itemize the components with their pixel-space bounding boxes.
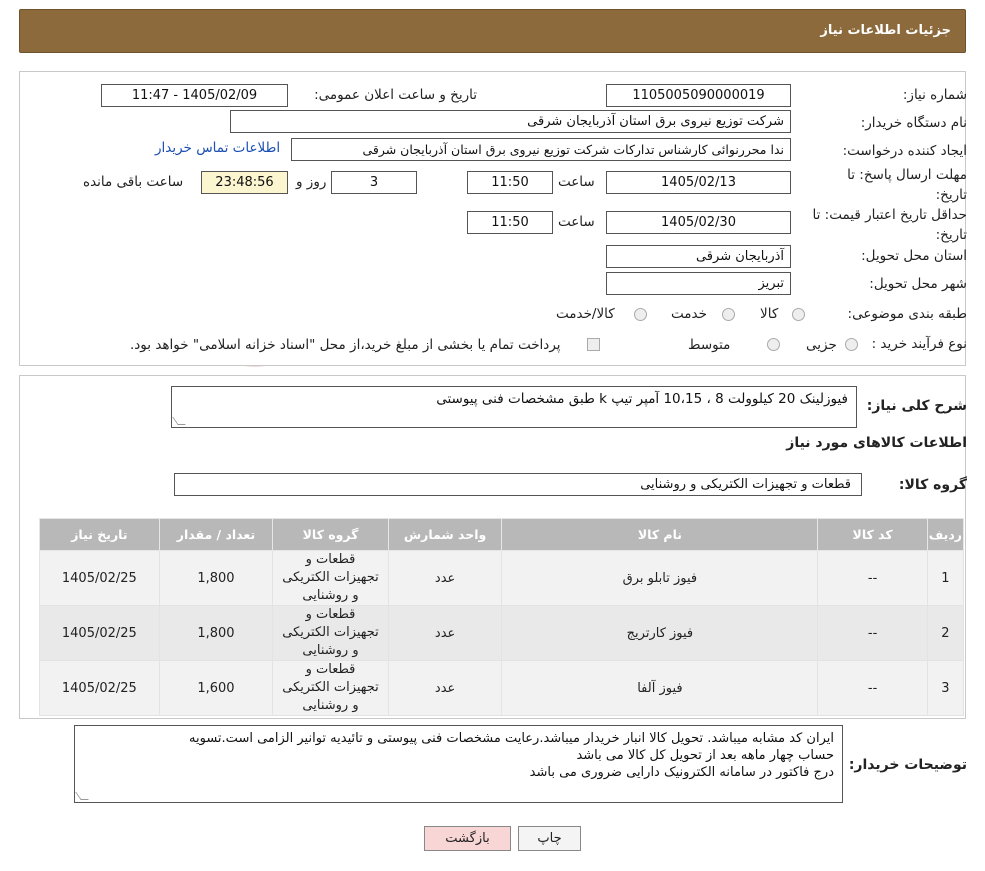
cell-unit: عدد	[387, 550, 503, 606]
print-button[interactable]: چاپ	[518, 826, 581, 851]
remaining-time-field: 23:48:56	[201, 171, 288, 194]
cell-row: 2	[926, 605, 965, 661]
days-label: روز و	[296, 174, 327, 190]
table-row: 2 -- فیوز کارتریج عدد قطعات و تجهیزات ال…	[39, 605, 965, 661]
process-note: پرداخت تمام یا بخشی از مبلغ خرید،از محل …	[130, 337, 561, 353]
announce-label: تاریخ و ساعت اعلان عمومی:	[314, 87, 477, 103]
price-validity-label: حداقل تاریخ اعتبار قیمت: تا تاریخ:	[812, 207, 967, 243]
creator-label: ایجاد کننده درخواست:	[842, 143, 967, 159]
goods-table: ردیف کد کالا نام کالا واحد شمارش گروه کا…	[39, 518, 965, 716]
process-minor-radio[interactable]	[845, 338, 858, 351]
treasury-checkbox[interactable]	[587, 338, 600, 351]
price-time-field: 11:50	[467, 211, 553, 234]
contact-info-link[interactable]: اطلاعات تماس خریدار	[155, 140, 280, 156]
cell-qty: 1,800	[158, 605, 274, 661]
table-row: 3 -- فیوز آلفا عدد قطعات و تجهیزات الکتر…	[39, 660, 965, 716]
description-text: فیوزلینک 20 کیلوولت 8 ، 10،15 آمپر تیپ k…	[436, 391, 848, 407]
col-header-unit: واحد شمارش	[387, 518, 503, 551]
creator-field: ندا محررنوائی کارشناس تداركات شركت توزیع…	[291, 138, 791, 161]
back-button[interactable]: بازگشت	[424, 826, 511, 851]
province-label: استان محل تحویل:	[861, 248, 967, 264]
city-label: شهر محل تحویل:	[869, 276, 967, 292]
cell-code: --	[817, 550, 928, 606]
cell-date: 1405/02/25	[39, 660, 160, 716]
cell-row: 3	[926, 660, 965, 716]
remaining-time-label: ساعت باقی مانده	[83, 174, 184, 190]
price-time-label: ساعت	[558, 214, 595, 230]
resize-grip-icon	[75, 792, 89, 800]
description-label: شرح کلی نیاز:	[866, 398, 967, 414]
cell-group: قطعات و تجهیزات الکتریکی و روشنایی	[272, 660, 389, 716]
reply-time-label: ساعت	[558, 174, 595, 190]
category-label: طبقه بندی موضوعی:	[847, 306, 967, 322]
category-goods-service-radio[interactable]	[634, 308, 647, 321]
goods-group-field: قطعات و تجهیزات الکتریکی و روشنایی	[174, 473, 862, 496]
category-service-radio[interactable]	[722, 308, 735, 321]
reply-date-field: 1405/02/13	[606, 171, 791, 194]
buyer-org-label: نام دستگاه خریدار:	[860, 115, 967, 131]
buyer-notes-textarea: ایران کد مشابه میباشد. تحویل کالا انبار …	[74, 725, 843, 803]
city-field: تبریز	[606, 272, 791, 295]
category-goods-service-label: کالا/خدمت	[556, 306, 615, 322]
process-minor-label: جزیی	[806, 337, 837, 353]
announce-field: 1405/02/09 - 11:47	[101, 84, 288, 107]
days-field: 3	[331, 171, 417, 194]
cell-name: فیوز تابلو برق	[501, 550, 819, 606]
goods-group-label: گروه کالا:	[898, 477, 967, 493]
reply-time-field: 11:50	[467, 171, 553, 194]
category-goods-label: کالا	[760, 306, 779, 322]
category-goods-radio[interactable]	[792, 308, 805, 321]
process-label: نوع فرآیند خرید :	[871, 336, 967, 352]
need-number-label: شماره نیاز:	[902, 87, 967, 103]
cell-group: قطعات و تجهیزات الکتریکی و روشنایی	[272, 605, 389, 661]
table-header-row: ردیف کد کالا نام کالا واحد شمارش گروه کا…	[39, 518, 965, 551]
process-medium-radio[interactable]	[767, 338, 780, 351]
price-date-field: 1405/02/30	[606, 211, 791, 234]
cell-qty: 1,600	[158, 660, 274, 716]
cell-unit: عدد	[387, 660, 503, 716]
need-number-field: 1105005090000019	[606, 84, 791, 107]
cell-group: قطعات و تجهیزات الکتریکی و روشنایی	[272, 550, 389, 606]
cell-unit: عدد	[387, 605, 503, 661]
buyer-notes-line-3: درج فاکتور در سامانه الکترونیک دارایی ضر…	[529, 765, 834, 780]
buyer-notes-line-1: ایران کد مشابه میباشد. تحویل کالا انبار …	[189, 731, 834, 746]
goods-info-title: اطلاعات کالاهای مورد نیاز	[786, 435, 967, 451]
cell-date: 1405/02/25	[39, 550, 160, 606]
table-row: 1 -- فیوز تابلو برق عدد قطعات و تجهیزات …	[39, 550, 965, 606]
buyer-notes-label: توضیحات خریدار:	[848, 757, 967, 773]
buyer-org-field: شرکت توزیع نیروی برق استان آذربایجان شرق…	[230, 110, 791, 133]
col-header-row: ردیف	[926, 518, 965, 551]
process-medium-label: متوسط	[688, 337, 731, 353]
buyer-notes-line-2: حساب چهار ماهه بعد از تحویل کل کالا می ب…	[576, 748, 834, 763]
col-header-name: نام کالا	[501, 518, 819, 551]
cell-date: 1405/02/25	[39, 605, 160, 661]
resize-grip-icon	[172, 417, 186, 425]
page-header: جزئیات اطلاعات نیاز	[19, 9, 966, 53]
cell-name: فیوز آلفا	[501, 660, 819, 716]
cell-qty: 1,800	[158, 550, 274, 606]
cell-row: 1	[926, 550, 965, 606]
description-textarea: فیوزلینک 20 کیلوولت 8 ، 10،15 آمپر تیپ k…	[171, 386, 857, 428]
col-header-qty: تعداد / مقدار	[158, 518, 274, 551]
province-field: آذربایجان شرقی	[606, 245, 791, 268]
cell-code: --	[817, 660, 928, 716]
col-header-code: کد کالا	[817, 518, 928, 551]
col-header-date: تاریخ نیاز	[39, 518, 160, 551]
col-header-group: گروه کالا	[272, 518, 389, 551]
cell-code: --	[817, 605, 928, 661]
reply-deadline-label: مهلت ارسال پاسخ: تا تاریخ:	[847, 167, 967, 203]
category-service-label: خدمت	[671, 306, 707, 322]
cell-name: فیوز کارتریج	[501, 605, 819, 661]
page-title: جزئیات اطلاعات نیاز	[820, 23, 951, 38]
